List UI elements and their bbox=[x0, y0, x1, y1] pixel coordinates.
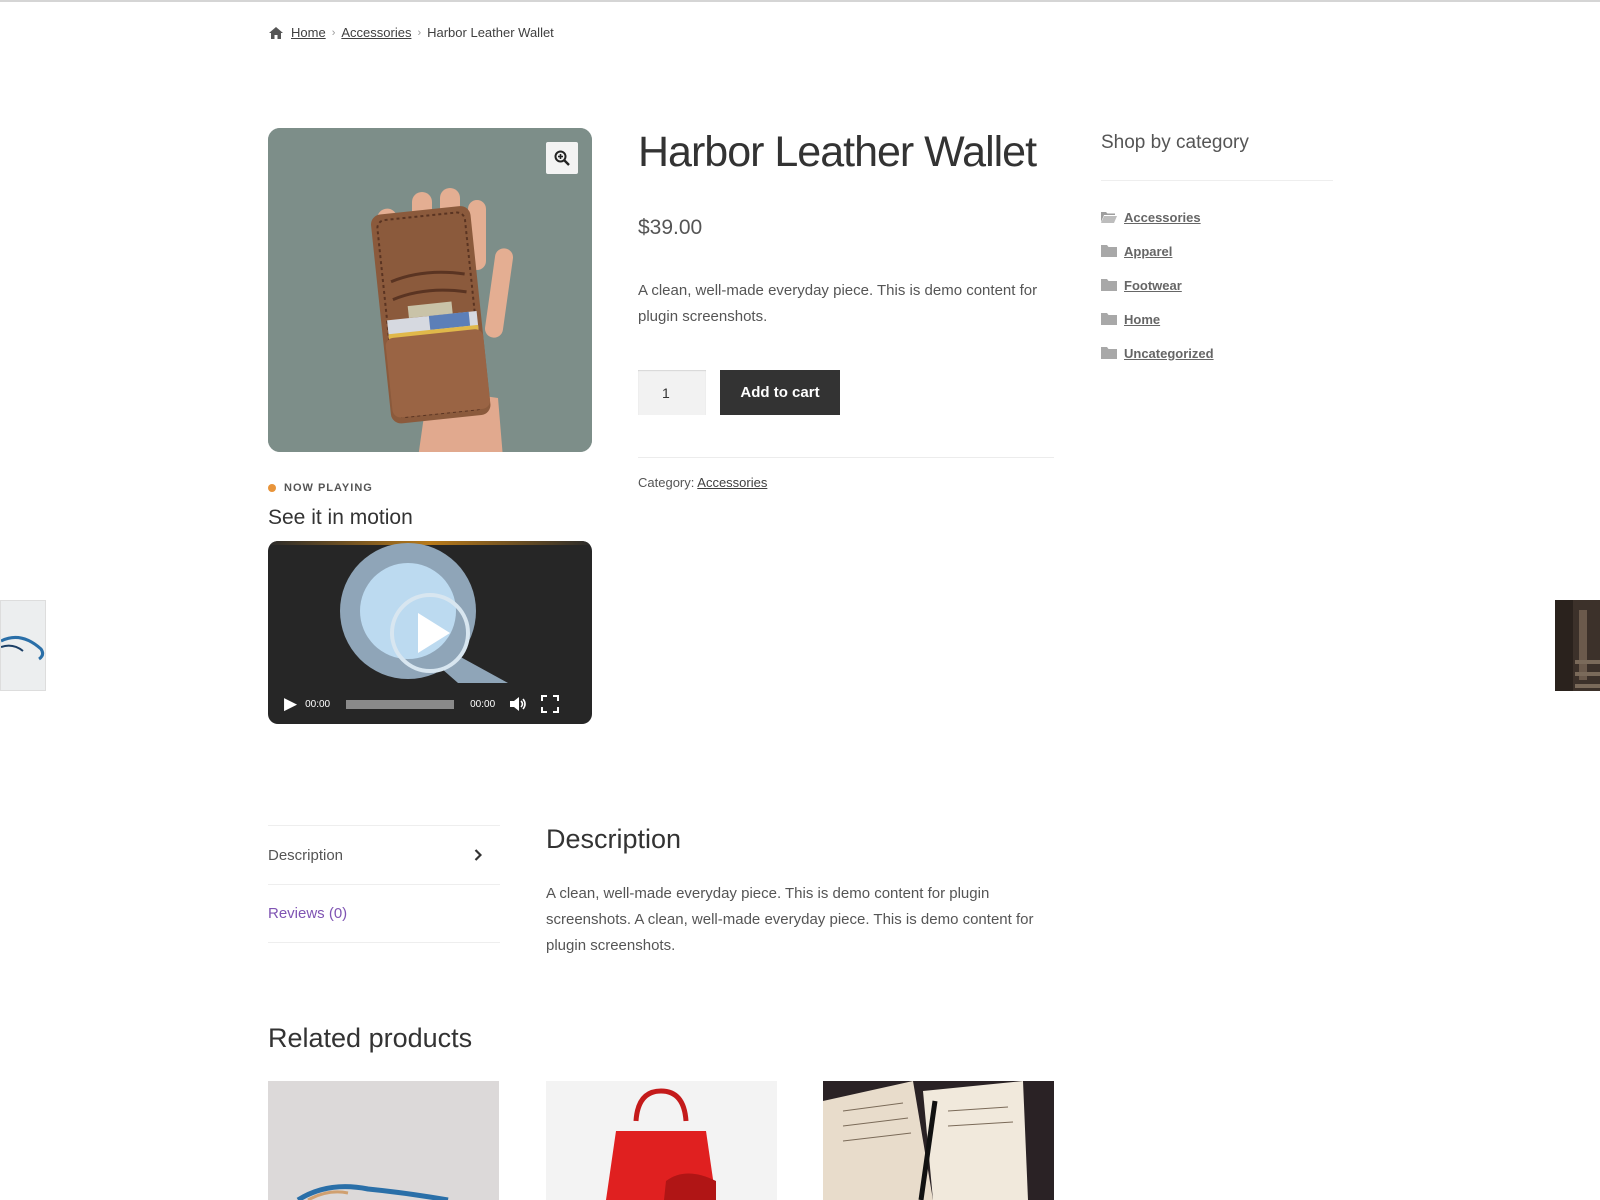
category-link-home[interactable]: Home bbox=[1124, 312, 1160, 327]
tab-description[interactable]: Description bbox=[268, 825, 500, 884]
quantity-input[interactable] bbox=[638, 370, 706, 415]
folder-icon bbox=[1101, 313, 1117, 325]
category-item-accessories[interactable]: Accessories bbox=[1101, 200, 1214, 234]
category-link-uncategorized[interactable]: Uncategorized bbox=[1124, 346, 1214, 361]
related-product-image[interactable] bbox=[268, 1081, 499, 1200]
video-controls: ▶ 00:00 00:00 bbox=[268, 684, 592, 724]
glasses-thumbnail bbox=[1, 601, 45, 690]
chevron-right-icon bbox=[474, 849, 482, 861]
category-list: Accessories Apparel Footwear Home Uncate… bbox=[1101, 200, 1214, 370]
now-playing-label: NOW PLAYING bbox=[284, 482, 373, 494]
top-border bbox=[0, 0, 1600, 2]
breadcrumb-current: Harbor Leather Wallet bbox=[427, 25, 554, 40]
breadcrumb-category-link[interactable]: Accessories bbox=[341, 25, 411, 40]
now-playing-badge: NOW PLAYING bbox=[268, 482, 373, 494]
notebook-image bbox=[823, 1081, 1054, 1200]
category-link-apparel[interactable]: Apparel bbox=[1124, 244, 1172, 259]
breadcrumb-home-link[interactable]: Home bbox=[291, 25, 326, 40]
home-icon bbox=[269, 26, 283, 39]
related-product-image[interactable] bbox=[546, 1081, 777, 1200]
related-product-image[interactable] bbox=[823, 1081, 1054, 1200]
duration: 00:00 bbox=[470, 698, 496, 710]
product-title: Harbor Leather Wallet bbox=[638, 128, 1037, 176]
divider bbox=[1101, 180, 1333, 181]
next-product-thumbnail[interactable] bbox=[1555, 600, 1600, 691]
glasses-image bbox=[268, 1081, 499, 1200]
divider bbox=[638, 457, 1054, 458]
zoom-in-icon bbox=[554, 150, 570, 166]
category-label: Category: bbox=[638, 475, 695, 490]
product-price: $39.00 bbox=[638, 216, 703, 239]
progress-bar[interactable] bbox=[346, 699, 455, 709]
tab-label: Description bbox=[268, 846, 344, 864]
category-item-home[interactable]: Home bbox=[1101, 302, 1214, 336]
fullscreen-icon[interactable] bbox=[541, 695, 560, 713]
breadcrumb: Home › Accessories › Harbor Leather Wall… bbox=[268, 25, 554, 40]
status-dot bbox=[268, 484, 276, 492]
description-body: A clean, well-made everyday piece. This … bbox=[546, 885, 1034, 954]
current-time: 00:00 bbox=[305, 698, 331, 710]
previous-product-thumbnail[interactable] bbox=[0, 600, 46, 691]
sidebar-title: Shop by category bbox=[1101, 132, 1249, 153]
category-item-apparel[interactable]: Apparel bbox=[1101, 234, 1214, 268]
category-link-accessories[interactable]: Accessories bbox=[1124, 210, 1201, 225]
folder-icon bbox=[1101, 279, 1117, 291]
video-title: See it in motion bbox=[268, 506, 413, 529]
related-products-heading: Related products bbox=[268, 1023, 473, 1053]
add-to-cart-button[interactable]: Add to cart bbox=[720, 370, 840, 415]
red-bag-image bbox=[546, 1081, 777, 1200]
video-player[interactable]: ▶ 00:00 00:00 bbox=[268, 541, 592, 724]
zoom-button[interactable] bbox=[546, 142, 578, 174]
folder-icon bbox=[1101, 347, 1117, 359]
product-tabs: Description Reviews (0) bbox=[268, 825, 500, 943]
folder-open-icon bbox=[1101, 212, 1117, 223]
description-heading: Description bbox=[546, 824, 682, 854]
play-icon[interactable]: ▶ bbox=[284, 694, 297, 714]
chevron-right-icon: › bbox=[417, 26, 422, 39]
wallet-photo bbox=[268, 128, 592, 452]
tab-reviews[interactable]: Reviews (0) bbox=[268, 884, 500, 943]
category-link-footwear[interactable]: Footwear bbox=[1124, 278, 1182, 293]
product-category: Category: Accessories bbox=[638, 475, 767, 490]
stairs-thumbnail bbox=[1555, 600, 1600, 691]
product-short-description: A clean, well-made everyday piece. This … bbox=[638, 282, 1038, 325]
category-item-uncategorized[interactable]: Uncategorized bbox=[1101, 336, 1214, 370]
folder-icon bbox=[1101, 245, 1117, 257]
chevron-right-icon: › bbox=[331, 26, 336, 39]
tab-label: Reviews (0) bbox=[268, 905, 348, 922]
product-image[interactable] bbox=[268, 128, 592, 452]
category-link[interactable]: Accessories bbox=[697, 475, 767, 490]
volume-icon[interactable] bbox=[509, 696, 527, 712]
category-item-footwear[interactable]: Footwear bbox=[1101, 268, 1214, 302]
